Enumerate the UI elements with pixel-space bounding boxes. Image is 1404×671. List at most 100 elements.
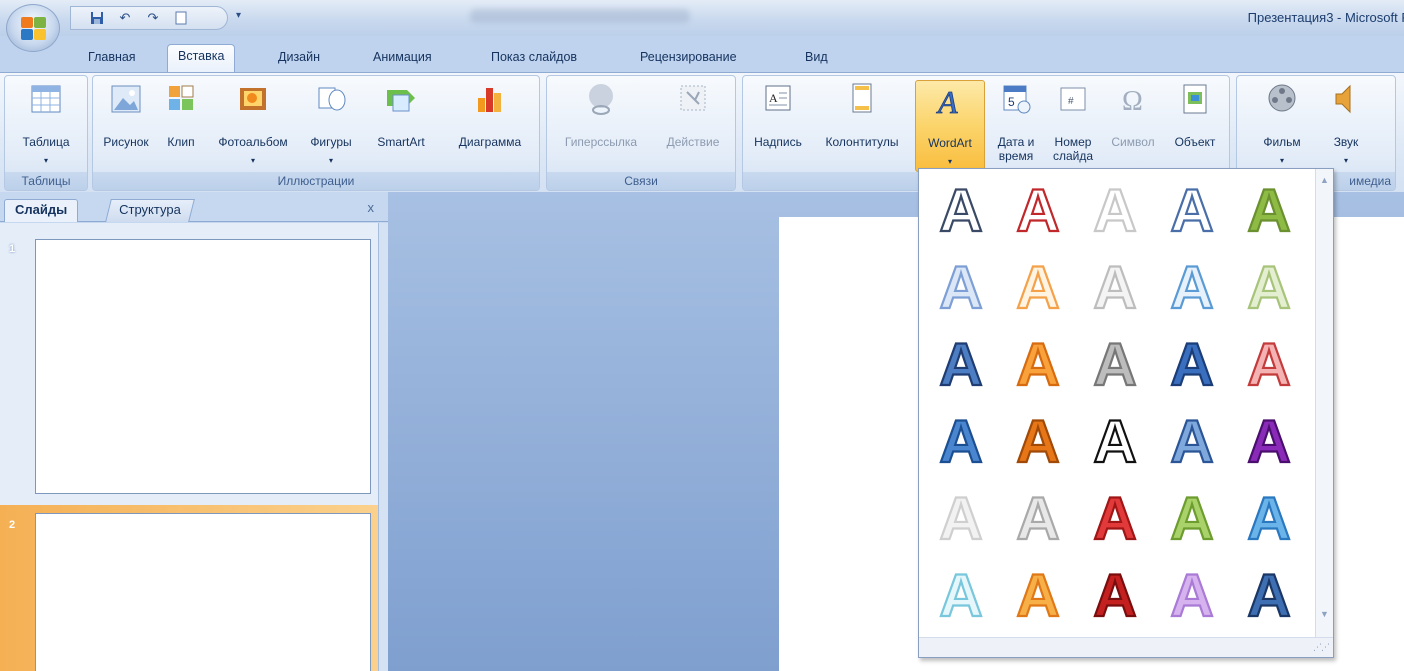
office-button[interactable]	[6, 4, 60, 52]
wordart-style-1-3[interactable]: A	[1080, 173, 1150, 245]
wordart-letter-icon: A	[1246, 256, 1292, 316]
tab-slides[interactable]: Слайды	[4, 199, 79, 222]
textbox-button[interactable]: A Надпись	[745, 80, 811, 172]
tab-insert[interactable]: Вставка	[167, 44, 236, 72]
save-icon[interactable]	[89, 10, 105, 26]
slide-number-button[interactable]: # Номер слайда	[1045, 80, 1101, 172]
wordart-button[interactable]: A WordArt ▾	[915, 80, 985, 172]
wordart-style-5-4[interactable]: A	[1157, 481, 1227, 553]
tab-view[interactable]: Вид	[795, 46, 838, 72]
symbol-button[interactable]: Ω Символ	[1103, 80, 1163, 172]
wordart-style-1-5[interactable]: A	[1234, 173, 1304, 245]
photo-album-label: Фотоальбом	[218, 135, 288, 149]
wordart-style-5-2[interactable]: A	[1003, 481, 1073, 553]
wordart-style-6-2[interactable]: A	[1003, 558, 1073, 630]
svg-text:Ω: Ω	[1122, 86, 1143, 117]
tab-home[interactable]: Главная	[78, 46, 146, 72]
wordart-style-6-1[interactable]: A	[926, 558, 996, 630]
wordart-style-1-2[interactable]: A	[1003, 173, 1073, 245]
clipart-button[interactable]: Клип	[159, 80, 203, 172]
wordart-letter-icon: A	[1015, 564, 1061, 624]
redo-icon[interactable]: ↷	[145, 10, 161, 26]
wordart-style-3-4[interactable]: A	[1157, 327, 1227, 399]
header-footer-button[interactable]: Колонтитулы	[813, 80, 911, 172]
wordart-letter-icon: A	[1092, 179, 1138, 239]
date-time-button[interactable]: 5 Дата и время	[987, 80, 1045, 172]
table-label: Таблица	[22, 135, 70, 149]
slide-number-icon: #	[1060, 87, 1086, 111]
new-icon[interactable]	[173, 10, 189, 26]
wordart-style-4-4[interactable]: A	[1157, 404, 1227, 476]
tab-slideshow[interactable]: Показ слайдов	[481, 46, 587, 72]
qat-customize-dropdown[interactable]: ▾	[236, 10, 241, 21]
svg-text:#: #	[1068, 96, 1074, 107]
undo-icon[interactable]: ↶	[117, 10, 133, 26]
gallery-scrollbar[interactable]: ▲ ▼	[1315, 169, 1333, 639]
picture-icon	[111, 85, 141, 113]
wordart-grid: AAAAAAAAAAAAAAAAAAAAAAAAAAAAAA	[923, 171, 1315, 635]
tab-review[interactable]: Рецензирование	[630, 46, 747, 72]
tab-animation[interactable]: Анимация	[363, 46, 442, 72]
slide-thumbnail-1[interactable]	[35, 239, 371, 494]
wordart-style-5-1[interactable]: A	[926, 481, 996, 553]
wordart-glyph: A	[939, 564, 982, 624]
wordart-style-2-5[interactable]: A	[1234, 250, 1304, 322]
wordart-style-1-4[interactable]: A	[1157, 173, 1227, 245]
scroll-down-icon[interactable]: ▼	[1320, 609, 1329, 619]
symbol-icon: Ω	[1122, 86, 1143, 117]
wordart-style-4-1[interactable]: A	[926, 404, 996, 476]
hyperlink-button[interactable]: Гиперссылка	[551, 80, 651, 172]
scroll-up-icon[interactable]: ▲	[1320, 175, 1329, 185]
wordart-style-3-2[interactable]: A	[1003, 327, 1073, 399]
chevron-down-icon: ▾	[947, 157, 953, 166]
wordart-style-2-1[interactable]: A	[926, 250, 996, 322]
slide-number-1: 1	[9, 243, 16, 255]
hyperlink-label: Гиперссылка	[564, 135, 638, 149]
wordart-letter-icon: A	[938, 179, 984, 239]
slide-thumbnail-2[interactable]	[35, 513, 371, 671]
wordart-style-5-3[interactable]: A	[1080, 481, 1150, 553]
wordart-glyph: A	[1247, 487, 1290, 547]
wordart-style-3-3[interactable]: A	[1080, 327, 1150, 399]
slide-thumbnails: 1 2	[0, 223, 378, 671]
group-label-illustrations: Иллюстрации	[93, 172, 539, 190]
movie-button[interactable]: Фильм ▾	[1245, 80, 1319, 172]
tab-design[interactable]: Дизайн	[268, 46, 330, 72]
wordart-glyph: A	[1247, 333, 1290, 393]
pane-scrollbar[interactable]	[378, 223, 388, 671]
object-button[interactable]: Объект	[1165, 80, 1225, 172]
wordart-style-4-3[interactable]: A	[1080, 404, 1150, 476]
action-button[interactable]: Действие	[653, 80, 733, 172]
wordart-letter-icon: A	[1169, 564, 1215, 624]
tab-outline[interactable]: Структура	[105, 199, 195, 222]
resize-grip-icon[interactable]: ⋰⋰	[1313, 642, 1330, 653]
wordart-style-4-2[interactable]: A	[1003, 404, 1073, 476]
quick-access-toolbar: ↶ ↷	[70, 6, 228, 30]
wordart-style-3-5[interactable]: A	[1234, 327, 1304, 399]
chart-button[interactable]: Диаграмма	[443, 80, 537, 172]
table-button[interactable]: Таблица ▾	[7, 80, 85, 172]
wordart-letter-icon: A	[1015, 256, 1061, 316]
ribbon-tabs: Главная Вставка Дизайн Анимация Показ сл…	[0, 36, 1404, 72]
group-illustrations: Рисунок Клип Фотоальбом ▾ Фигуры ▾ Smart…	[92, 75, 540, 191]
picture-button[interactable]: Рисунок	[95, 80, 157, 172]
wordart-style-2-2[interactable]: A	[1003, 250, 1073, 322]
smartart-button[interactable]: SmartArt	[361, 80, 441, 172]
wordart-style-6-3[interactable]: A	[1080, 558, 1150, 630]
close-icon[interactable]: x	[368, 200, 375, 215]
wordart-style-2-4[interactable]: A	[1157, 250, 1227, 322]
shapes-button[interactable]: Фигуры ▾	[303, 80, 359, 172]
wordart-style-2-3[interactable]: A	[1080, 250, 1150, 322]
sound-button[interactable]: Звук ▾	[1321, 80, 1371, 172]
action-icon	[680, 85, 706, 111]
photo-album-button[interactable]: Фотоальбом ▾	[205, 80, 301, 172]
wordart-style-6-5[interactable]: A	[1234, 558, 1304, 630]
wordart-style-1-1[interactable]: A	[926, 173, 996, 245]
wordart-style-4-5[interactable]: A	[1234, 404, 1304, 476]
svg-text:5: 5	[1008, 95, 1015, 109]
wordart-style-3-1[interactable]: A	[926, 327, 996, 399]
sound-icon	[1335, 84, 1351, 114]
wordart-style-5-5[interactable]: A	[1234, 481, 1304, 553]
wordart-style-6-4[interactable]: A	[1157, 558, 1227, 630]
wordart-glyph: A	[939, 410, 982, 470]
